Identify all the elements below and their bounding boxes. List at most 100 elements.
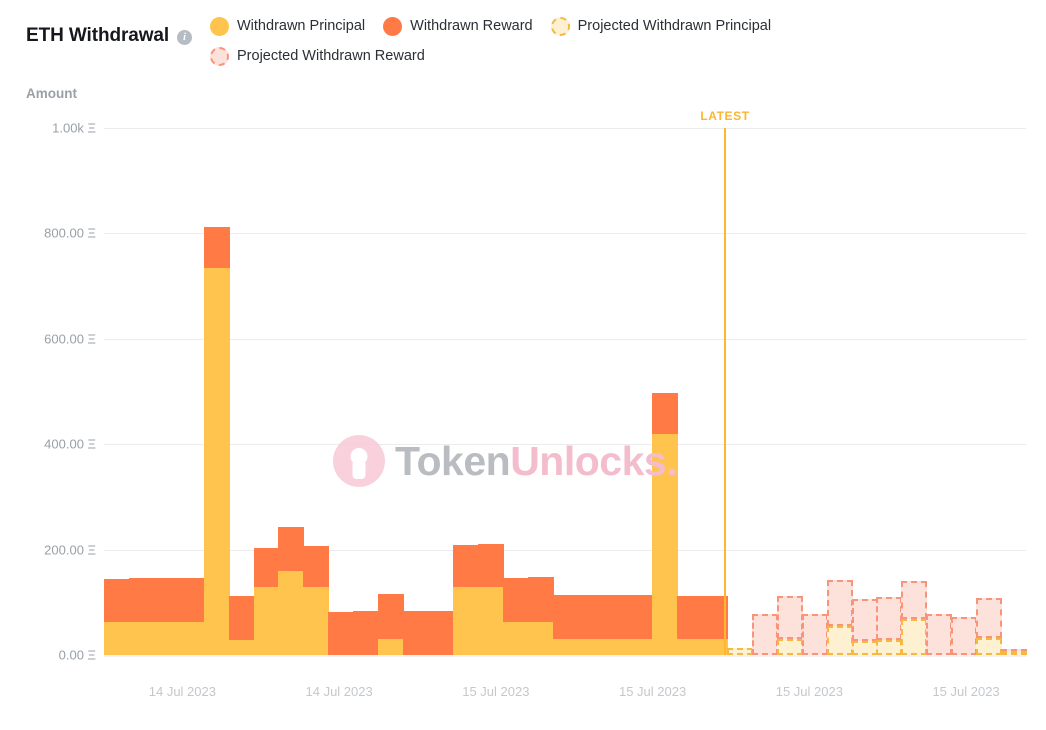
- bar-column[interactable]: [502, 128, 529, 655]
- y-axis-tick-label: 800.00 Ξ: [44, 225, 96, 241]
- bar-column[interactable]: [328, 128, 355, 655]
- bar-segment-projected-principal: [726, 647, 753, 655]
- bar-segment-projected-principal: [976, 638, 1003, 655]
- bar-segment-principal: [452, 586, 479, 655]
- x-axis-baseline: [104, 655, 1026, 657]
- info-icon[interactable]: i: [177, 30, 193, 45]
- bar-column[interactable]: [104, 128, 130, 655]
- x-axis-tick-label: 15 Jul 2023: [618, 684, 687, 699]
- bar-segment-principal: [378, 639, 405, 655]
- bar-column[interactable]: [203, 128, 230, 655]
- bar-column[interactable]: [153, 128, 180, 655]
- bar-segment-projected-reward: [876, 597, 903, 641]
- legend-swatch-icon: [210, 46, 229, 66]
- bar-segment-principal: [278, 570, 305, 655]
- bar-column[interactable]: [627, 128, 654, 655]
- bar-column[interactable]: [228, 128, 255, 655]
- bar-segment-projected-principal: [776, 639, 803, 655]
- bar-segment-reward: [178, 577, 205, 623]
- bar-series-container: [104, 72, 1028, 730]
- bar-column[interactable]: [801, 128, 828, 655]
- bar-segment-reward: [353, 610, 380, 655]
- bar-column[interactable]: [776, 128, 803, 655]
- bar-column[interactable]: [178, 128, 205, 655]
- bar-column[interactable]: [303, 128, 330, 655]
- bar-column[interactable]: [677, 128, 704, 655]
- bar-column[interactable]: [652, 128, 679, 655]
- bar-column[interactable]: [901, 128, 928, 655]
- legend-label: Projected Withdrawn Principal: [577, 18, 772, 34]
- bar-segment-principal: [128, 622, 155, 655]
- bar-column[interactable]: [128, 128, 155, 655]
- latest-marker-line: [724, 128, 726, 655]
- legend-label: Withdrawn Reward: [410, 18, 533, 34]
- bar-segment-reward: [104, 579, 130, 623]
- y-axis-tick-label: 1.00k Ξ: [52, 120, 96, 136]
- legend-item[interactable]: Withdrawn Reward: [383, 11, 533, 41]
- bar-column[interactable]: [751, 128, 778, 655]
- x-axis-ticks: 14 Jul 2023 14 Jul 2023 15 Jul 2023 15 Jul …: [104, 684, 1026, 714]
- bar-segment-reward: [652, 392, 679, 434]
- bar-segment-projected-principal: [876, 640, 903, 655]
- bar-segment-reward: [378, 594, 405, 640]
- bar-segment-reward: [452, 545, 479, 587]
- y-axis-tick-label: 200.00 Ξ: [44, 542, 96, 558]
- bar-column[interactable]: [552, 128, 579, 655]
- bar-column[interactable]: [378, 128, 405, 655]
- bar-column[interactable]: [477, 128, 504, 655]
- x-axis-tick-label: 15 Jul 2023: [932, 684, 1000, 699]
- y-axis-tick-label: 400.00 Ξ: [44, 436, 96, 452]
- bar-column[interactable]: [926, 128, 953, 655]
- bar-column[interactable]: [976, 128, 1003, 655]
- legend-swatch-icon: [550, 16, 570, 36]
- bar-segment-projected-principal: [826, 626, 853, 655]
- bar-segment-projected-reward: [976, 598, 1003, 639]
- bar-column[interactable]: [602, 128, 629, 655]
- bar-column[interactable]: [253, 128, 280, 655]
- bar-column[interactable]: [876, 128, 903, 655]
- bar-segment-principal: [253, 586, 280, 655]
- bar-segment-principal: [203, 267, 230, 655]
- bar-segment-reward: [278, 527, 305, 571]
- bar-column[interactable]: [527, 128, 554, 655]
- bar-segment-projected-reward: [901, 581, 928, 620]
- legend-item[interactable]: Projected Withdrawn Reward: [210, 41, 425, 71]
- bar-segment-principal: [153, 622, 180, 655]
- bar-segment-principal: [552, 639, 579, 655]
- bar-segment-reward: [153, 578, 180, 623]
- bar-segment-principal: [228, 640, 255, 655]
- bar-segment-projected-reward: [801, 613, 828, 655]
- bar-segment-projected-principal: [851, 641, 878, 655]
- bar-segment-principal: [477, 586, 504, 655]
- bar-segment-reward: [502, 577, 529, 623]
- legend-item[interactable]: Projected Withdrawn Principal: [550, 11, 772, 41]
- plot-area: Amount 0.00 Ξ 200.00 Ξ 400.00 Ξ 600.00 Ξ 800…: [0, 72, 1046, 730]
- bar-column[interactable]: [278, 128, 305, 655]
- bar-column[interactable]: [353, 128, 380, 655]
- bar-column[interactable]: [951, 128, 978, 655]
- bar-segment-reward: [328, 611, 355, 655]
- bar-column[interactable]: [826, 128, 853, 655]
- x-axis-tick-label: 14 Jul 2023: [148, 684, 216, 699]
- eth-withdrawal-chart-card: ETH Withdrawal i Withdrawn Principal With…: [0, 0, 1046, 730]
- bar-segment-principal: [502, 622, 529, 655]
- bar-column[interactable]: [726, 128, 753, 655]
- bar-column[interactable]: [851, 128, 878, 655]
- bar-column[interactable]: [427, 128, 454, 655]
- bar-column[interactable]: [1001, 128, 1028, 655]
- legend-swatch-icon: [210, 16, 229, 36]
- bar-segment-reward: [627, 594, 654, 640]
- bar-segment-principal: [627, 639, 654, 655]
- bar-segment-principal: [677, 639, 704, 655]
- bar-column[interactable]: [452, 128, 479, 655]
- bar-segment-reward: [253, 547, 280, 587]
- bar-segment-reward: [403, 610, 430, 655]
- bar-column[interactable]: [577, 128, 604, 655]
- chart-legend: Withdrawn Principal Withdrawn Reward Proje…: [210, 11, 850, 71]
- bar-segment-principal: [652, 433, 679, 655]
- bar-segment-projected-reward: [751, 613, 778, 655]
- legend-item[interactable]: Withdrawn Principal: [210, 11, 365, 41]
- bar-column[interactable]: [403, 128, 430, 655]
- y-axis-ticks: 0.00 Ξ 200.00 Ξ 400.00 Ξ 600.00 Ξ 800.00 Ξ 1.…: [0, 72, 96, 730]
- page-title: ETH Withdrawal: [26, 25, 170, 46]
